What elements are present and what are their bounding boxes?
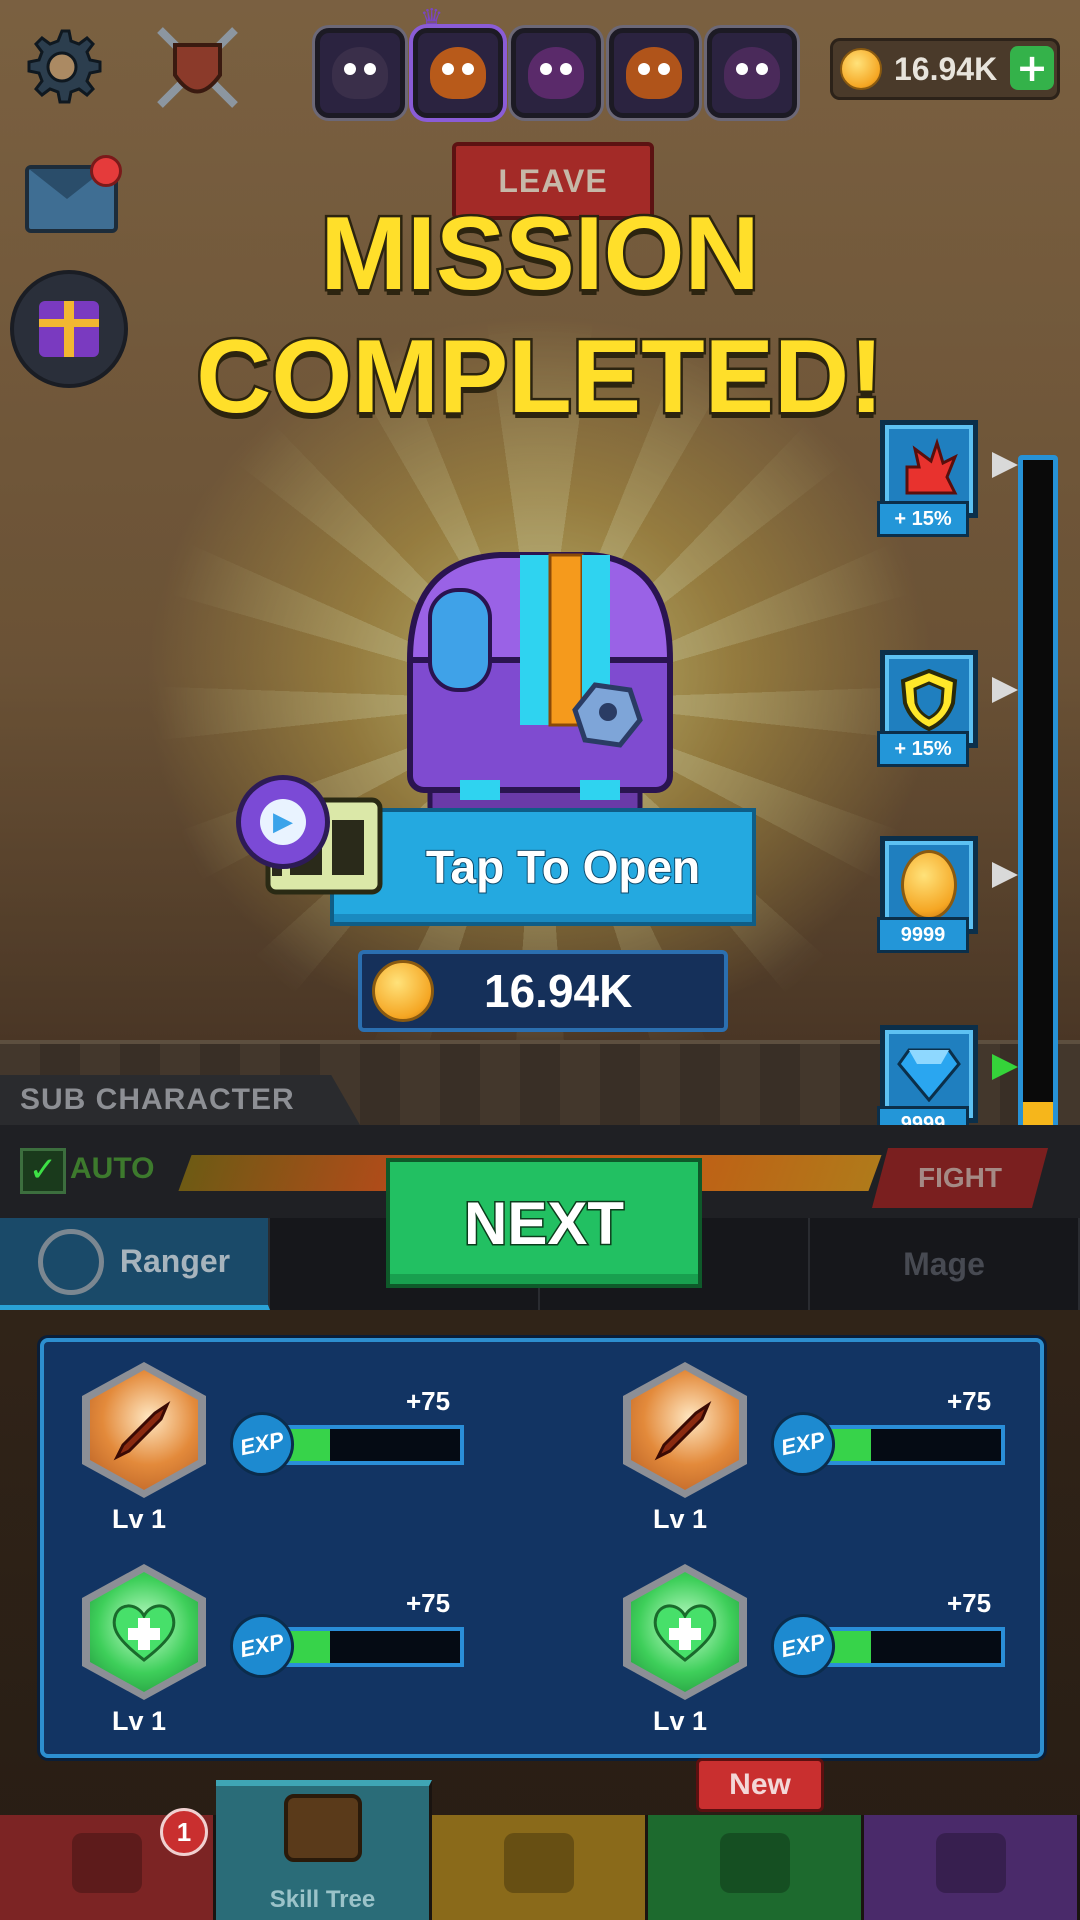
fight-button[interactable]: FIGHT	[871, 1148, 1049, 1208]
gold-coin-icon	[372, 960, 434, 1022]
gear-icon[interactable]	[20, 25, 104, 109]
nav-equipment[interactable]	[648, 1815, 864, 1920]
coin-balance: 16.94K +	[830, 38, 1060, 100]
hero-level: Lv 1	[112, 1504, 167, 1534]
tab-mage[interactable]: Mage	[810, 1218, 1080, 1310]
new-badge: New	[696, 1758, 824, 1812]
tap-to-open-button[interactable]: Tap To Open	[330, 808, 756, 926]
milestone-marker	[992, 452, 1018, 478]
add-coins-button[interactable]: +	[1010, 46, 1054, 90]
skill-frame	[623, 1362, 747, 1498]
sword-skill-icon	[631, 1370, 739, 1490]
blue-gem-icon	[897, 1048, 961, 1102]
reward-milestone: 9999	[877, 1025, 978, 1142]
hero-exp-card: Lv 1 +75 EXP	[44, 1544, 564, 1736]
milestone-marker-reached	[992, 1054, 1018, 1080]
exp-gain: +75	[947, 1386, 992, 1416]
notification-dot	[90, 155, 122, 187]
tap-to-open-label: Tap To Open	[425, 840, 701, 894]
reward-label: + 15%	[877, 501, 969, 537]
crossed-swords-shield-icon[interactable]	[150, 20, 245, 115]
skill-tree-label: Skill Tree	[269, 1886, 376, 1913]
sub-character-label: SUB CHARACTER	[20, 1083, 295, 1116]
hero-exp-card: Lv 1 +75 EXP	[44, 1342, 564, 1534]
tab-label: Ranger	[119, 1243, 231, 1279]
hero-portrait[interactable]	[315, 28, 405, 118]
chest-icon	[71, 1833, 142, 1893]
exp-badge-icon: EXP	[765, 1608, 841, 1684]
play-icon: ▶	[236, 775, 330, 869]
reward-milestone: + 15%	[877, 650, 978, 767]
pet-icon	[503, 1833, 574, 1893]
ring-icon	[719, 1833, 790, 1893]
skill-frame	[82, 1564, 206, 1700]
hero-exp-card: Lv 1 +75 EXP	[585, 1544, 1080, 1736]
hero-level: Lv 1	[112, 1706, 167, 1736]
next-button[interactable]: NEXT	[386, 1158, 702, 1288]
hero-exp-card: Lv 1 +75 EXP	[585, 1342, 1080, 1534]
skill-book-icon	[283, 1794, 362, 1862]
hero-portrait-row	[315, 28, 797, 118]
reward-label: + 15%	[877, 731, 969, 767]
tab-ranger[interactable]: Ranger	[0, 1218, 270, 1310]
nav-skill-tree[interactable]: Skill Tree	[216, 1780, 432, 1920]
reward-milestone: 9999	[877, 836, 978, 953]
tab-label: Mage	[903, 1245, 985, 1282]
milestone-marker	[992, 862, 1018, 888]
exp-reward-panel: Lv 1 +75 EXP Lv 1 +75 EXP Lv 1 +75 EXP L…	[40, 1338, 1044, 1758]
heal-heart-icon	[90, 1572, 198, 1692]
defense-shield-icon	[900, 668, 958, 731]
attack-boost-icon	[905, 438, 958, 495]
coin-amount: 16.94K	[894, 50, 998, 87]
exp-bar	[282, 1425, 464, 1465]
gold-reward-amount: 16.94K	[484, 965, 633, 1017]
reward-milestone: + 15%	[877, 420, 978, 537]
milestone-marker	[992, 677, 1018, 703]
auto-label: AUTO	[70, 1152, 155, 1185]
reward-label: 9999	[877, 917, 969, 953]
hero-portrait[interactable]	[413, 28, 503, 118]
nav-pet[interactable]	[432, 1815, 648, 1920]
heal-heart-icon	[631, 1572, 739, 1692]
exp-badge-icon: EXP	[224, 1608, 300, 1684]
exp-badge-icon: EXP	[224, 1406, 300, 1482]
sword-skill-icon	[90, 1370, 198, 1490]
gold-coin-icon	[901, 850, 957, 920]
crosshair-icon	[37, 1228, 104, 1295]
hero-portrait[interactable]	[707, 28, 797, 118]
hero-level: Lv 1	[653, 1504, 708, 1534]
auto-checkbox[interactable]: ✓	[20, 1148, 66, 1194]
hero-portrait[interactable]	[511, 28, 601, 118]
exp-bar	[823, 1425, 1005, 1465]
nav-more[interactable]	[864, 1815, 1080, 1920]
exp-gain: +75	[406, 1588, 451, 1618]
gold-coin-icon	[840, 48, 882, 90]
misc-icon	[935, 1833, 1006, 1893]
fight-label: FIGHT	[918, 1162, 1002, 1193]
gold-reward-box: 16.94K	[358, 950, 728, 1032]
skill-frame	[82, 1362, 206, 1498]
skill-frame	[623, 1564, 747, 1700]
exp-gain: +75	[406, 1386, 451, 1416]
exp-bar	[823, 1627, 1005, 1667]
exp-badge-icon: EXP	[765, 1406, 841, 1482]
treasure-chest-icon[interactable]	[390, 540, 690, 820]
exp-bar	[282, 1627, 464, 1667]
shop-notification-badge: 1	[160, 1808, 208, 1856]
mission-title-line1: MISSION	[318, 194, 762, 315]
hero-level: Lv 1	[653, 1706, 708, 1736]
sub-character-header: SUB CHARACTER	[0, 1075, 360, 1125]
exp-gain: +75	[947, 1588, 992, 1618]
hero-portrait[interactable]	[609, 28, 699, 118]
